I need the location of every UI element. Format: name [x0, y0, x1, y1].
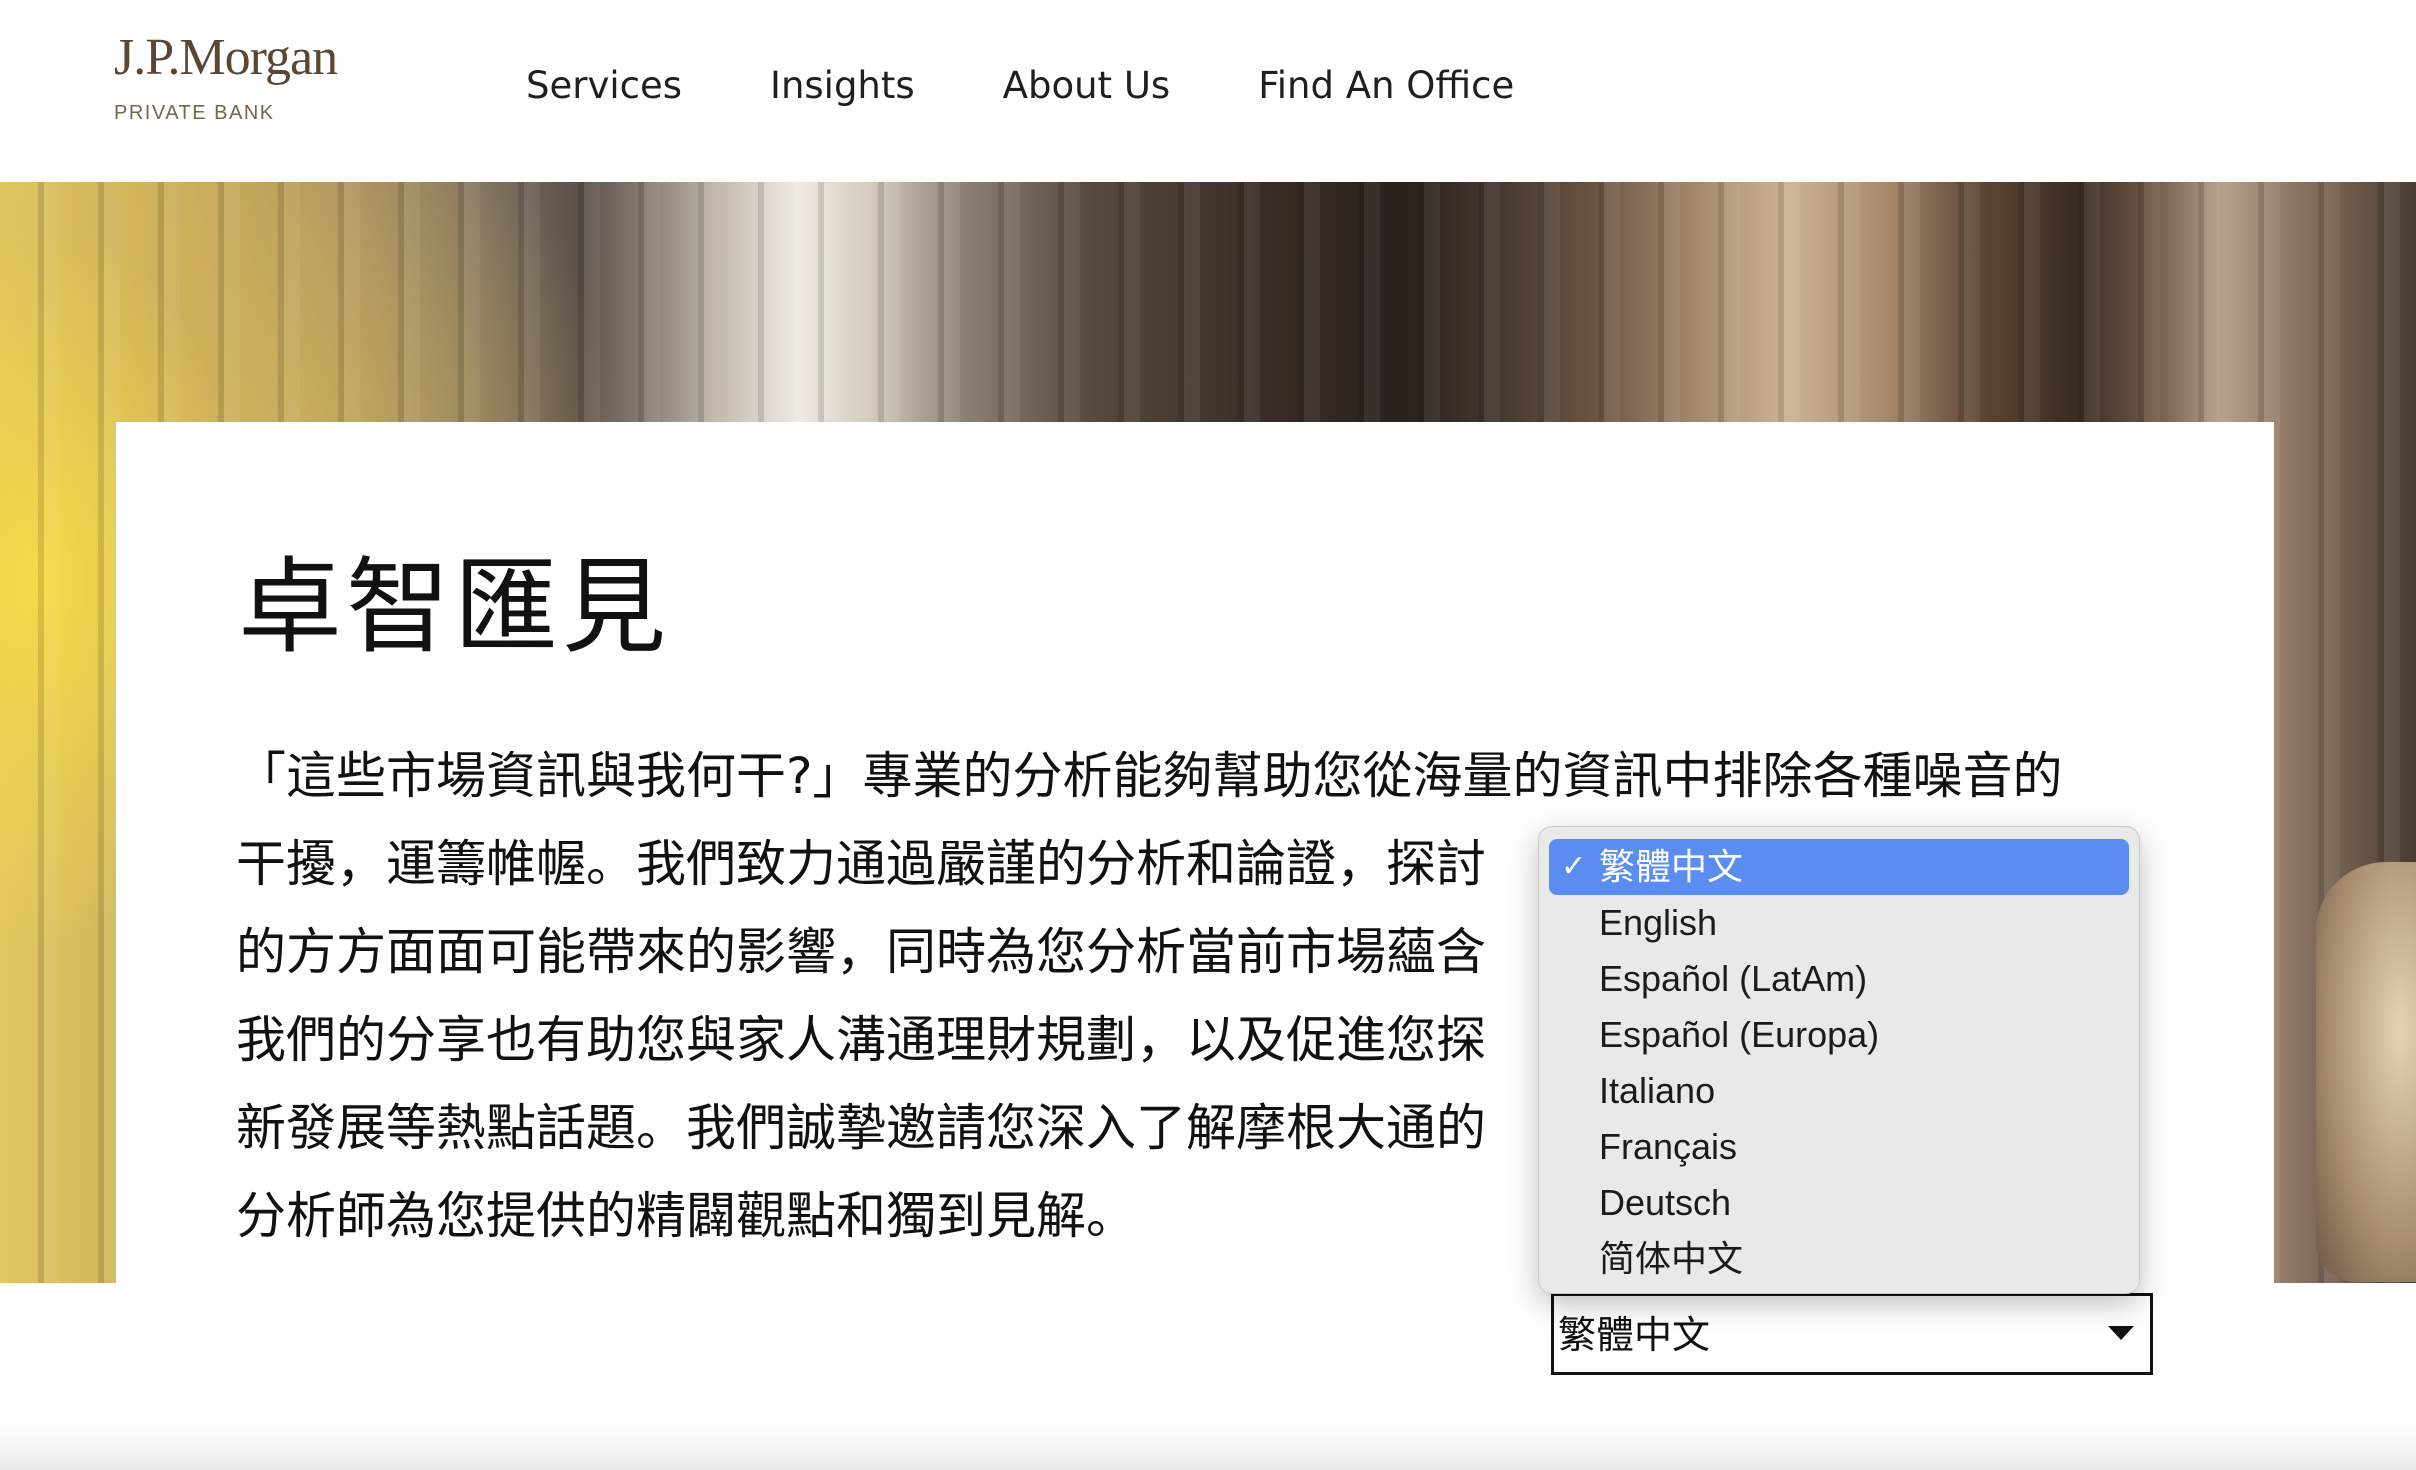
page-title: 卓智匯見 — [238, 546, 671, 668]
language-option-german[interactable]: Deutsch — [1549, 1175, 2129, 1231]
option-label: Español (LatAm) — [1599, 958, 1868, 999]
option-label: Deutsch — [1599, 1182, 1732, 1223]
statue-image — [2316, 862, 2416, 1282]
option-label: Français — [1599, 1126, 1738, 1167]
language-option-traditional-chinese[interactable]: ✓ 繁體中文 — [1549, 839, 2129, 895]
language-option-simplified-chinese[interactable]: 简体中文 — [1549, 1231, 2129, 1287]
language-select-value: 繁體中文 — [1558, 1313, 1711, 1357]
nav-about-us[interactable]: About Us — [1003, 62, 1171, 110]
chevron-down-icon[interactable] — [2108, 1326, 2134, 1340]
logo-wordmark: J.P.Morgan — [114, 29, 338, 86]
option-label: Español (Europa) — [1599, 1014, 1880, 1055]
site-header: J.P.Morgan PRIVATE BANK Services Insight… — [0, 0, 2416, 182]
option-label: 繁體中文 — [1599, 846, 1744, 887]
logo-subtitle: PRIVATE BANK — [114, 102, 275, 124]
nav-find-an-office[interactable]: Find An Office — [1258, 62, 1514, 110]
option-label: 简体中文 — [1599, 1238, 1744, 1279]
jpmorgan-logo[interactable]: J.P.Morgan PRIVATE BANK — [114, 28, 338, 125]
language-option-french[interactable]: Français — [1549, 1119, 2129, 1175]
language-dropdown: ✓ 繁體中文 English Español (LatAm) Español (… — [1538, 826, 2140, 1294]
nav-services[interactable]: Services — [526, 62, 682, 110]
language-option-english[interactable]: English — [1549, 895, 2129, 951]
main-nav: Services Insights About Us Find An Offic… — [526, 62, 1602, 110]
language-option-italian[interactable]: Italiano — [1549, 1063, 2129, 1119]
checkmark-icon: ✓ — [1561, 850, 1587, 883]
option-label: Italiano — [1599, 1070, 1716, 1111]
language-option-spanish-europa[interactable]: Español (Europa) — [1549, 1007, 2129, 1063]
intro-line: 「這些市場資訊與我何干?」專業的分析能夠幫助您從海量的資訊中排除各種噪音的 — [236, 747, 2063, 805]
option-label: English — [1599, 902, 1718, 943]
nav-insights[interactable]: Insights — [770, 62, 915, 110]
language-option-spanish-latam[interactable]: Español (LatAm) — [1549, 951, 2129, 1007]
language-select[interactable]: 繁體中文 — [1551, 1293, 2153, 1375]
